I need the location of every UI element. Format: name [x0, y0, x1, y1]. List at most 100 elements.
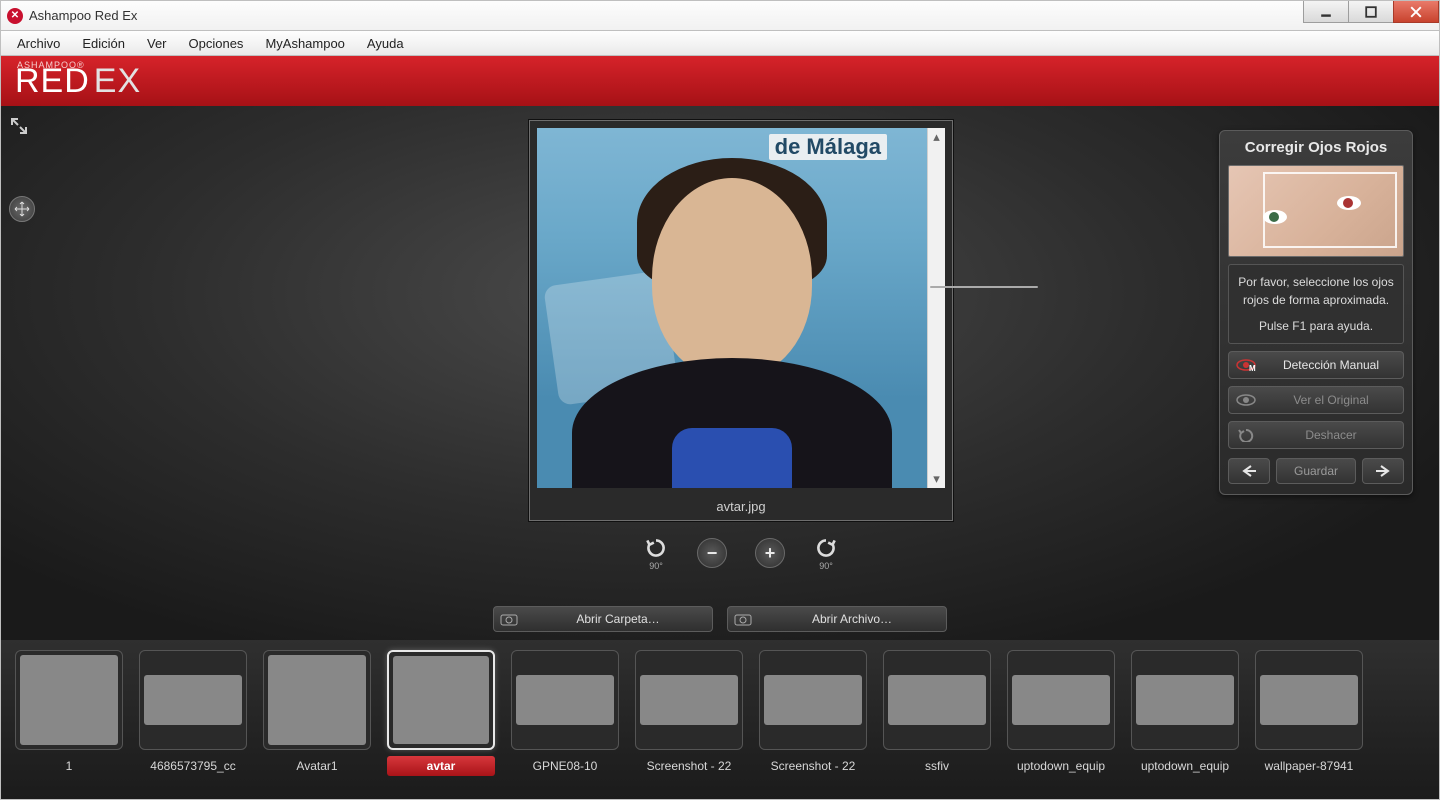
undo-label: Deshacer [1265, 428, 1397, 442]
thumbnail-frame[interactable] [387, 650, 495, 750]
open-buttons-row: Abrir Carpeta… Abrir Archivo… [1, 600, 1439, 640]
canvas-inner: de Málaga ▴ ▾ [537, 128, 945, 488]
brand-strip: ASHAMPOO® RED EX [0, 56, 1440, 106]
thumbnail-item[interactable]: uptodown_equip [1007, 650, 1115, 776]
rotate-left-label: 90° [649, 561, 663, 571]
left-tools [1, 106, 43, 600]
menu-ayuda[interactable]: Ayuda [357, 33, 414, 54]
rotate-right-label: 90° [819, 561, 833, 571]
thumbnail-item[interactable]: 4686573795_cc [139, 650, 247, 776]
image-bg-text: de Málaga [769, 134, 887, 160]
thumbnail-item[interactable]: uptodown_equip [1131, 650, 1239, 776]
manual-detection-label: Detección Manual [1265, 358, 1397, 372]
view-original-label: Ver el Original [1265, 393, 1397, 407]
scroll-down-icon[interactable]: ▾ [928, 470, 945, 488]
thumbnail-item[interactable]: GPNE08-10 [511, 650, 619, 776]
next-image-button[interactable] [1362, 458, 1404, 484]
prev-image-button[interactable] [1228, 458, 1270, 484]
open-folder-label: Abrir Carpeta… [524, 612, 712, 626]
thumbnail-label: uptodown_equip [1007, 756, 1115, 776]
zoom-out-button[interactable]: − [697, 538, 727, 568]
canvas-frame: de Málaga ▴ ▾ avtar. [529, 120, 953, 521]
thumbnail-image [640, 675, 738, 725]
thumbnail-frame[interactable] [1007, 650, 1115, 750]
thumbnail-frame[interactable] [759, 650, 867, 750]
thumbnail-frame[interactable] [15, 650, 123, 750]
thumbnail-label: Screenshot - 22 [635, 756, 743, 776]
help-line-2: Pulse F1 para ayuda. [1235, 317, 1397, 335]
undo-icon [1235, 428, 1257, 442]
thumbnail-item[interactable]: wallpaper-87941 [1255, 650, 1363, 776]
main-image[interactable]: de Málaga [537, 128, 927, 488]
thumbnail-frame[interactable] [883, 650, 991, 750]
side-panel-title: Corregir Ojos Rojos [1228, 139, 1404, 156]
window-title: Ashampoo Red Ex [29, 8, 137, 23]
side-nav-row: Guardar [1228, 458, 1404, 484]
help-line-1: Por favor, seleccione los ojos rojos de … [1235, 273, 1397, 309]
viewer-row: de Málaga ▴ ▾ avtar. [1, 106, 1439, 600]
thumbnail-image [764, 675, 862, 725]
thumbnail-frame[interactable] [1255, 650, 1363, 750]
close-button[interactable] [1393, 1, 1439, 23]
thumbnail-item[interactable]: Avatar1 [263, 650, 371, 776]
thumbnail-strip[interactable]: 1 4686573795_cc Avatar1 avtar GPNE08-10 Scree… [0, 640, 1440, 800]
minimize-button[interactable] [1303, 1, 1349, 23]
save-button[interactable]: Guardar [1276, 458, 1356, 484]
scroll-up-icon[interactable]: ▴ [928, 128, 945, 146]
maximize-button[interactable] [1348, 1, 1394, 23]
menubar: Archivo Edición Ver Opciones MyAshampoo … [0, 30, 1440, 56]
open-file-button[interactable]: Abrir Archivo… [727, 606, 947, 632]
thumbnail-item[interactable]: avtar [387, 650, 495, 776]
redeye-preview[interactable] [1228, 165, 1404, 257]
thumbnail-image [1012, 675, 1110, 725]
menu-opciones[interactable]: Opciones [179, 33, 254, 54]
open-folder-button[interactable]: Abrir Carpeta… [493, 606, 713, 632]
titlebar: ✕ Ashampoo Red Ex [0, 0, 1440, 30]
help-text: Por favor, seleccione los ojos rojos de … [1228, 264, 1404, 344]
thumbnail-image [888, 675, 986, 725]
thumbnail-image [144, 675, 242, 725]
manual-detection-button[interactable]: M Detección Manual [1228, 351, 1404, 379]
thumbnail-label: avtar [387, 756, 495, 776]
image-filename: avtar.jpg [530, 495, 952, 520]
thumbnail-image [20, 655, 118, 745]
thumbnail-label: wallpaper-87941 [1255, 756, 1363, 776]
menu-edicion[interactable]: Edición [72, 33, 135, 54]
thumbnail-frame[interactable] [511, 650, 619, 750]
thumbnail-frame[interactable] [139, 650, 247, 750]
menu-myashampoo[interactable]: MyAshampoo [255, 33, 354, 54]
window-buttons [1304, 1, 1439, 23]
folder-camera-icon [494, 612, 524, 626]
thumbnail-item[interactable]: Screenshot - 22 [759, 650, 867, 776]
file-camera-icon [728, 612, 758, 626]
thumbnail-label: 4686573795_cc [139, 756, 247, 776]
thumbnail-frame[interactable] [635, 650, 743, 750]
rotate-right-button[interactable]: 90° [813, 535, 839, 571]
menu-ver[interactable]: Ver [137, 33, 177, 54]
thumbnail-item[interactable]: ssfiv [883, 650, 991, 776]
svg-text:M: M [1249, 364, 1256, 371]
view-original-button[interactable]: Ver el Original [1228, 386, 1404, 414]
pan-icon[interactable] [9, 196, 35, 222]
zoom-in-button[interactable]: + [755, 538, 785, 568]
undo-button[interactable]: Deshacer [1228, 421, 1404, 449]
fullscreen-icon[interactable] [9, 116, 29, 139]
thumbnail-frame[interactable] [1131, 650, 1239, 750]
thumbnail-image [268, 655, 366, 745]
thumbnail-frame[interactable] [263, 650, 371, 750]
thumbnail-item[interactable]: Screenshot - 22 [635, 650, 743, 776]
open-file-label: Abrir Archivo… [758, 612, 946, 626]
image-scrollbar[interactable]: ▴ ▾ [927, 128, 945, 488]
scroll-thumb[interactable] [930, 286, 1038, 288]
rotate-left-button[interactable]: 90° [643, 535, 669, 571]
thumbnail-label: uptodown_equip [1131, 756, 1239, 776]
thumbnail-label: Avatar1 [263, 756, 371, 776]
save-label: Guardar [1294, 464, 1338, 478]
app-icon: ✕ [7, 8, 23, 24]
eye-m-icon: M [1235, 359, 1257, 371]
thumbnail-image [1260, 675, 1358, 725]
thumbnail-item[interactable]: 1 [15, 650, 123, 776]
thumbnail-label: Screenshot - 22 [759, 756, 867, 776]
brand-small: ASHAMPOO® [17, 60, 85, 70]
menu-archivo[interactable]: Archivo [7, 33, 70, 54]
